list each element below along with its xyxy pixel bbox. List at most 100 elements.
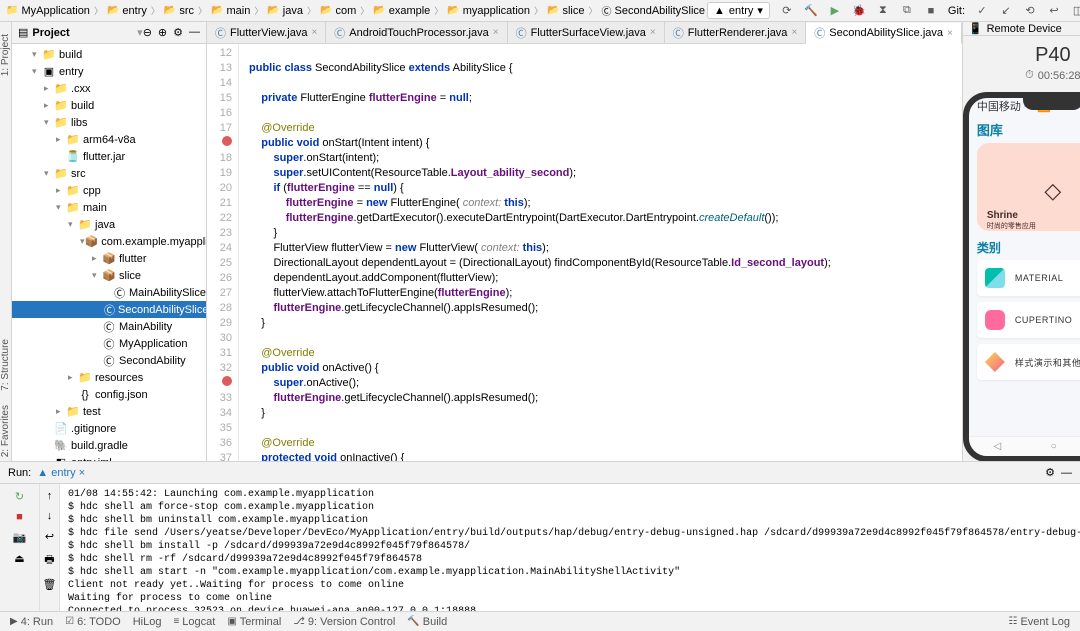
breadcrumb-item[interactable]: 📂 com [318,5,358,17]
status-logcat[interactable]: ≡ Logcat [167,616,221,628]
wrap-icon[interactable]: ↩ [45,530,54,543]
nav-back-icon[interactable]: ◁ [994,441,1002,452]
breadcrumb-item[interactable]: 📁 MyApplication [4,5,92,17]
run-hide-icon[interactable]: — [1061,467,1072,479]
down-icon[interactable]: ↓ [47,510,53,522]
tree-node[interactable]: ▾📦com.example.myapplication [12,233,206,250]
tree-node[interactable]: ▸📦flutter [12,250,206,267]
editor-tab[interactable]: Ⓒ FlutterRenderer.java × [665,22,807,43]
tree-node[interactable]: ⒸSecondAbilitySlice [12,301,206,318]
phone-nav-bar[interactable]: ◁ ○ □ [969,436,1080,456]
tree-node[interactable]: ▸📁resources [12,369,206,386]
category-cupertino[interactable]: CUPERTINO [977,302,1080,338]
diamond-icon: ◇ [1044,178,1061,204]
tree-node[interactable]: ⒸMyApplication [12,335,206,352]
tree-node[interactable]: ▸📁.cxx [12,80,206,97]
stop-run-icon[interactable]: ■ [16,511,23,523]
status-todo[interactable]: ☑ 6: TODO [59,616,127,628]
git-revert-icon[interactable]: ↩ [1047,4,1061,18]
tree-node[interactable]: ⒸMainAbilitySlice [12,284,206,301]
up-icon[interactable]: ↑ [47,490,53,502]
tree-node[interactable]: ▾📁main [12,199,206,216]
shrine-card[interactable]: ◇ Shrine 时尚的零售应用 [977,143,1080,231]
print-icon[interactable]: 🖶 [44,551,54,570]
tree-node[interactable]: 🫙flutter.jar [12,148,206,165]
tree-node[interactable]: ◧entry.iml [12,454,206,461]
tree-node[interactable]: ▸📁test [12,403,206,420]
nav-home-icon[interactable]: ○ [1051,441,1057,452]
phone-screen[interactable]: 图库 ◇ Shrine 时尚的零售应用 类别 MATERIAL CUPERTIN… [969,114,1080,436]
favorites-tool-button[interactable]: 2: Favorites [0,401,11,461]
exit-icon[interactable]: ⏏ [14,552,24,565]
git-pull-icon[interactable]: ↙ [999,4,1013,18]
tree-node[interactable]: ▾📦slice [12,267,206,284]
editor-gutter[interactable]: 121314151617 181920212223242526272829303… [207,44,239,461]
run-settings-icon[interactable]: ⚙ [1045,466,1055,479]
breadcrumb-item[interactable]: 📂 slice [545,5,586,17]
editor-tab[interactable]: Ⓒ AndroidTouchProcessor.java × [326,22,507,43]
tree-node[interactable]: ▾📁build [12,46,206,63]
breadcrumb-item[interactable]: 📂 example [371,5,432,17]
sync-icon[interactable]: ⟳ [780,4,794,18]
remote-device-title: Remote Device [987,23,1080,35]
tree-node[interactable]: ⒸSecondAbility [12,352,206,369]
project-tree[interactable]: ▾📁build▾▣entry▸📁.cxx▸📁build▾📁libs▸📁arm64… [12,44,206,461]
tree-node[interactable]: ▸📁build [12,97,206,114]
tree-node[interactable]: 📄.gitignore [12,420,206,437]
status-event-log[interactable]: ☷ Event Log [1002,616,1076,628]
run-config-tab[interactable]: ▲ entry × [37,467,85,479]
breadcrumb: 📁 MyApplication〉📂 entry〉📂 src〉📂 main〉📂 j… [4,3,707,18]
editor-tab[interactable]: Ⓒ FlutterSurfaceView.java × [508,22,665,43]
editor-tab[interactable]: Ⓒ SecondAbilitySlice.java × [806,23,962,44]
status-build[interactable]: 🔨 Build [401,616,453,628]
tree-node[interactable]: ▾📁src [12,165,206,182]
tree-node[interactable]: {}config.json [12,386,206,403]
project-settings-icon[interactable]: ⚙ [173,26,183,39]
tree-node[interactable]: ▾📁java [12,216,206,233]
rerun-icon[interactable]: ↻ [15,490,24,503]
breadcrumb-item[interactable]: 📂 main [209,5,252,17]
breadcrumb-item[interactable]: 📂 src [162,5,196,17]
tree-node[interactable]: ⒸMainAbility [12,318,206,335]
code-editor[interactable]: public class SecondAbilitySlice extends … [239,44,962,461]
structure-tool-button[interactable]: 7: Structure [0,335,11,395]
remote-device-header: 📱 Remote Device ⚙ — [963,22,1080,36]
status-run[interactable]: ▶ 4: Run [4,616,59,628]
editor-tab[interactable]: Ⓒ FlutterView.java × [207,22,326,43]
stop-icon[interactable]: ■ [924,4,938,18]
breadcrumb-item[interactable]: 📂 java [265,5,305,17]
tree-node[interactable]: ▾▣entry [12,63,206,80]
windows-icon[interactable]: ◫ [1071,4,1080,18]
project-mode-icon[interactable]: ▤ [18,26,28,39]
project-tool-button[interactable]: 1: Project [0,30,11,80]
editor-body[interactable]: 121314151617 181920212223242526272829303… [207,44,962,461]
breadcrumb-item[interactable]: Ⓒ SecondAbilitySlice [600,3,708,18]
tree-node[interactable]: ▸📁arm64-v8a [12,131,206,148]
clear-icon[interactable]: 🗑 [43,578,57,591]
category-material[interactable]: MATERIAL [977,260,1080,296]
git-history-icon[interactable]: ⟲ [1023,4,1037,18]
run-config-selector[interactable]: ▲ entry ▾ [707,2,770,19]
tree-node[interactable]: ▾📁libs [12,114,206,131]
category-other[interactable]: 样式演示和其他演示 [977,344,1080,380]
run-console[interactable]: 01/08 14:55:42: Launching com.example.my… [60,484,1080,611]
project-locate-icon[interactable]: ⊕ [158,26,167,39]
status-vc[interactable]: ⎇ 9: Version Control [287,616,401,628]
breadcrumb-item[interactable]: 📂 entry [105,5,149,17]
git-update-icon[interactable]: ✓ [975,4,989,18]
project-hide-icon[interactable]: — [189,26,200,39]
debug-icon[interactable]: 🐞 [852,4,866,18]
device-name: P40 [1035,44,1071,67]
top-toolbar: 📁 MyApplication〉📂 entry〉📂 src〉📂 main〉📂 j… [0,0,1080,22]
status-terminal[interactable]: ▣ Terminal [221,616,287,628]
run-icon[interactable]: ▶ [828,4,842,18]
project-collapse-icon[interactable]: ⊖ [143,26,152,39]
dump-icon[interactable]: 📷 [13,531,27,544]
status-hilog[interactable]: HiLog [127,616,168,628]
build-icon[interactable]: 🔨 [804,4,818,18]
breadcrumb-item[interactable]: 📂 myapplication [445,5,532,17]
tree-node[interactable]: ▸📁cpp [12,182,206,199]
attach-icon[interactable]: ⧉ [900,4,914,18]
tree-node[interactable]: 🐘build.gradle [12,437,206,454]
profile-icon[interactable]: ⧗ [876,4,890,18]
